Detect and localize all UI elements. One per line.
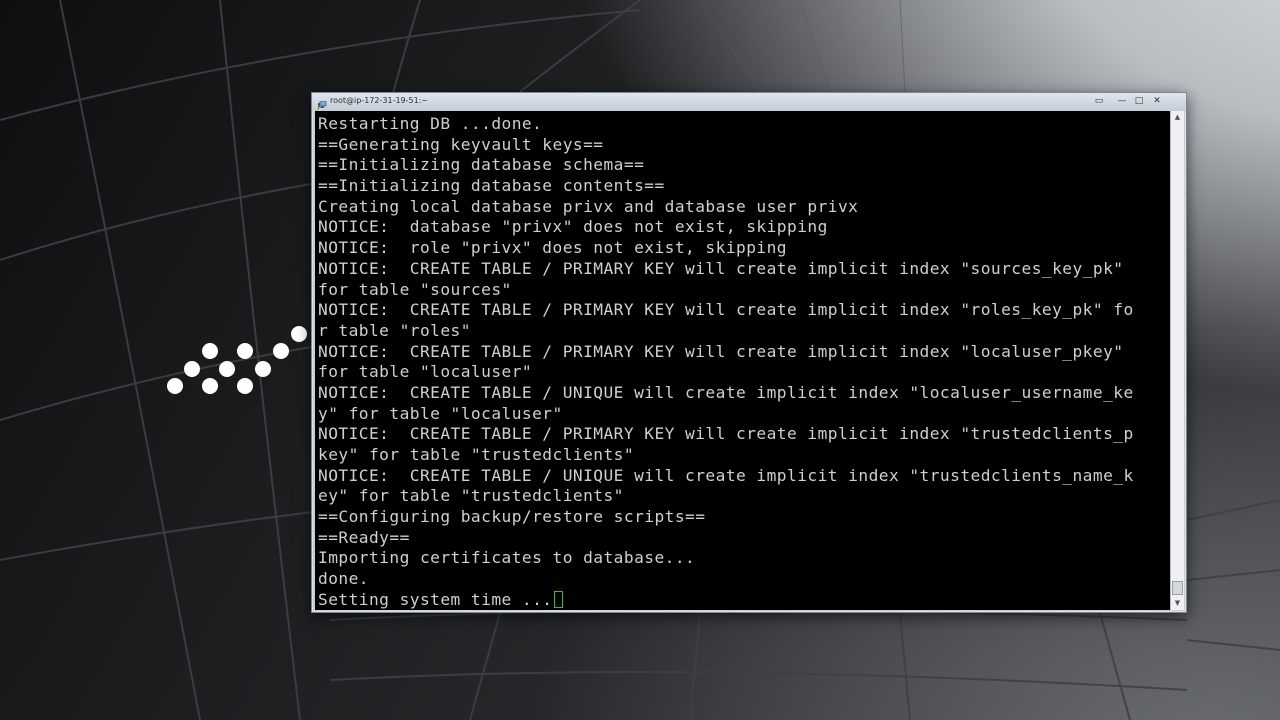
terminal-line: ==Initializing database contents== (318, 176, 665, 196)
terminal-output[interactable]: Restarting DB ...done. ==Generating keyva… (315, 111, 1170, 610)
terminal-line: NOTICE: role "privx" does not exist, ski… (318, 238, 788, 258)
terminal-line: ey" for table "trustedclients" (318, 486, 624, 506)
terminal-line: NOTICE: CREATE TABLE / PRIMARY KEY will … (318, 341, 1124, 361)
window-titlebar[interactable]: root@ip-172-31-19-51:~ ▭ — □ ✕ (312, 93, 1186, 111)
restore-icon[interactable]: ▭ (1090, 95, 1108, 107)
terminal-line: done. (318, 569, 369, 589)
terminal-window[interactable]: root@ip-172-31-19-51:~ ▭ — □ ✕ Restartin… (311, 92, 1187, 613)
terminal-line: r table "roles" (318, 320, 471, 340)
terminal-line: key" for table "trustedclients" (318, 445, 635, 464)
terminal-line: ==Configuring backup/restore scripts== (318, 507, 706, 527)
terminal-line: ==Generating keyvault keys== (318, 134, 604, 154)
terminal-line: ==Ready== (318, 527, 410, 547)
terminal-line: NOTICE: CREATE TABLE / UNIQUE will creat… (318, 465, 1134, 485)
scrollbar-thumb[interactable] (1172, 581, 1183, 595)
terminal-line: Importing certificates to database... (318, 548, 696, 568)
terminal-line: y" for table "localuser" (318, 403, 563, 423)
terminal-line: for table "localuser" (318, 362, 533, 382)
close-button[interactable]: ✕ (1148, 95, 1166, 107)
terminal-cursor (553, 590, 563, 608)
minimize-button[interactable]: — (1114, 95, 1130, 107)
terminal-line: Setting system time ... (318, 590, 1134, 610)
terminal-line: for table "sources" (318, 279, 512, 299)
maximize-button[interactable]: □ (1131, 95, 1147, 107)
putty-icon (316, 96, 327, 111)
terminal-line: NOTICE: CREATE TABLE / PRIMARY KEY will … (318, 258, 1124, 278)
vertical-scrollbar[interactable]: ▲ ▼ (1170, 111, 1184, 610)
terminal-line: NOTICE: database "privx" does not exist,… (318, 217, 828, 237)
terminal-line: ==Initializing database schema== (318, 155, 645, 175)
terminal-line: NOTICE: CREATE TABLE / PRIMARY KEY will … (318, 300, 1134, 320)
terminal-line: NOTICE: CREATE TABLE / PRIMARY KEY will … (318, 424, 1134, 444)
privx-logo (160, 318, 320, 402)
terminal-lines: Restarting DB ...done. ==Generating keyva… (318, 114, 1134, 610)
terminal-line: NOTICE: CREATE TABLE / UNIQUE will creat… (318, 382, 1134, 402)
terminal-line: Creating local database privx and databa… (318, 196, 859, 216)
window-title: root@ip-172-31-19-51:~ (330, 96, 429, 105)
terminal-line: Restarting DB ...done. (318, 114, 543, 133)
scroll-down-icon[interactable]: ▼ (1171, 597, 1184, 610)
scroll-up-icon[interactable]: ▲ (1171, 111, 1184, 124)
